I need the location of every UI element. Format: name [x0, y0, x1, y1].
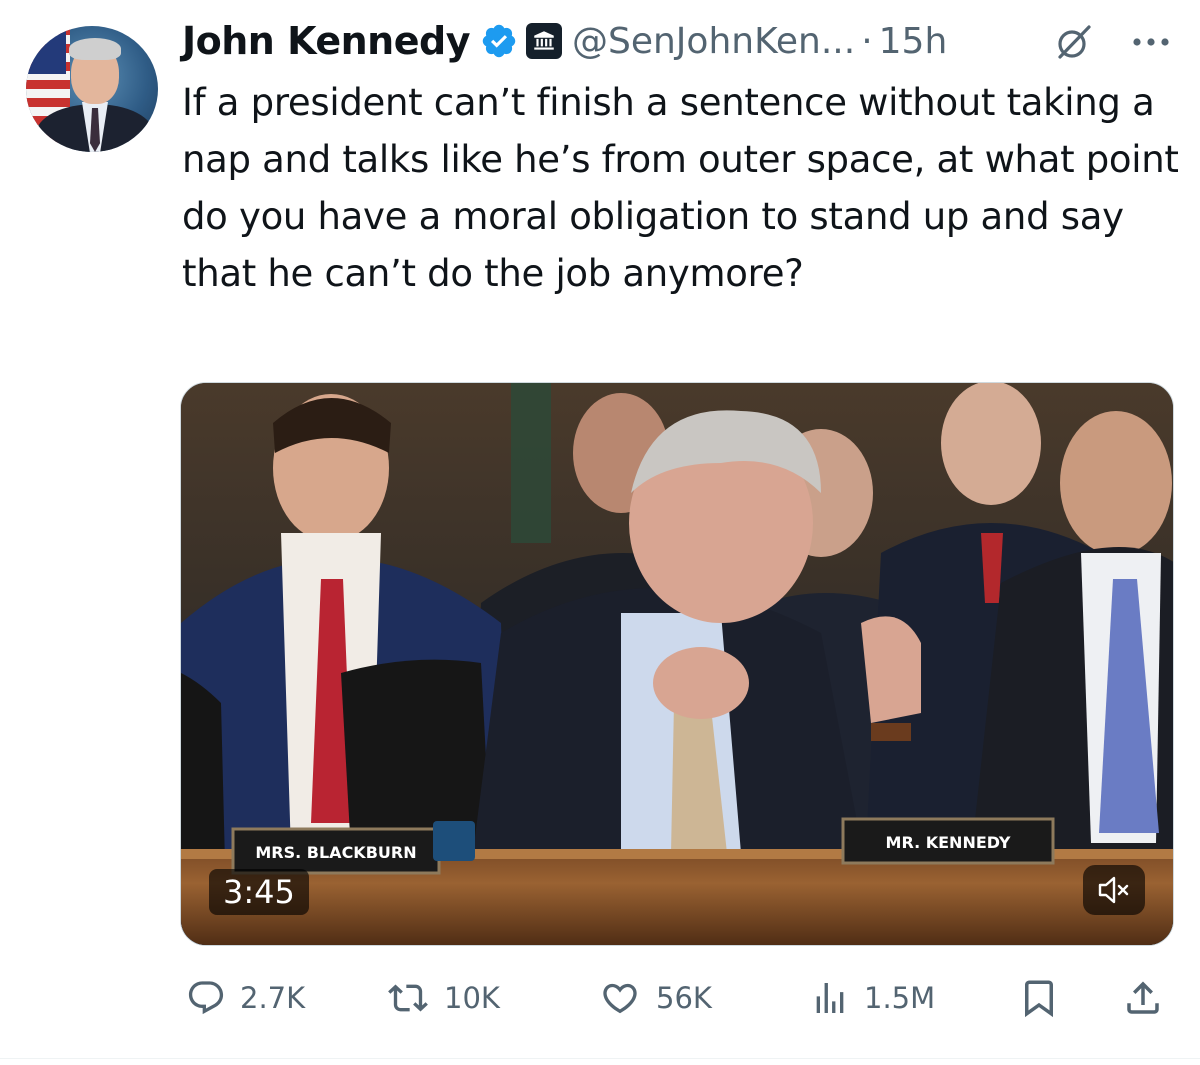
bookmark-icon [1025, 980, 1053, 1018]
flag-canton [26, 26, 66, 74]
tweet-text: If a president can’t finish a sentence w… [182, 81, 1179, 295]
repost-button[interactable]: 10K [386, 968, 500, 1028]
action-bar: 2.7K 10K 56K 1.5M [0, 968, 1200, 1028]
author-name[interactable]: John Kennedy [182, 19, 470, 63]
more-options-icon[interactable] [1128, 22, 1174, 62]
bookmark-button[interactable] [1018, 968, 1060, 1028]
repost-count: 10K [444, 981, 500, 1015]
reply-count: 2.7K [240, 981, 306, 1015]
avatar[interactable] [26, 26, 158, 152]
timestamp[interactable]: 15h [879, 21, 948, 62]
separator-dot: · [861, 20, 873, 62]
reply-icon [188, 981, 224, 1015]
government-building-icon [525, 23, 562, 59]
speaker-muted-icon [1098, 876, 1129, 904]
views-count: 1.5M [864, 981, 936, 1015]
like-count: 56K [656, 981, 712, 1015]
author-handle[interactable]: @SenJohnKen... [572, 21, 855, 62]
nameplate-blackburn: MRS. BLACKBURN [255, 843, 416, 862]
tweet: John Kennedy @SenJohnKen... · 15h If a p… [0, 0, 1200, 1065]
like-button[interactable]: 56K [598, 968, 712, 1028]
reply-button[interactable]: 2.7K [186, 968, 305, 1028]
share-button[interactable] [1122, 968, 1164, 1028]
views-chart-icon [816, 983, 844, 1013]
repost-icon [388, 984, 428, 1012]
tweet-header: John Kennedy @SenJohnKen... · 15h [182, 14, 947, 68]
mute-button[interactable] [1083, 865, 1145, 915]
heart-icon [603, 983, 637, 1014]
grok-icon[interactable] [1054, 22, 1094, 62]
views-button[interactable]: 1.5M [810, 968, 935, 1028]
video-player[interactable]: MRS. BLACKBURN MR. KENNEDY 3:45 [180, 382, 1174, 946]
share-icon [1127, 981, 1159, 1014]
video-duration: 3:45 [209, 869, 309, 915]
video-frame: MRS. BLACKBURN MR. KENNEDY [181, 383, 1173, 945]
tweet-divider [0, 1058, 1200, 1059]
avatar-hair [69, 38, 121, 60]
nameplate-kennedy: MR. KENNEDY [886, 833, 1011, 852]
verified-badge-icon [482, 24, 516, 58]
